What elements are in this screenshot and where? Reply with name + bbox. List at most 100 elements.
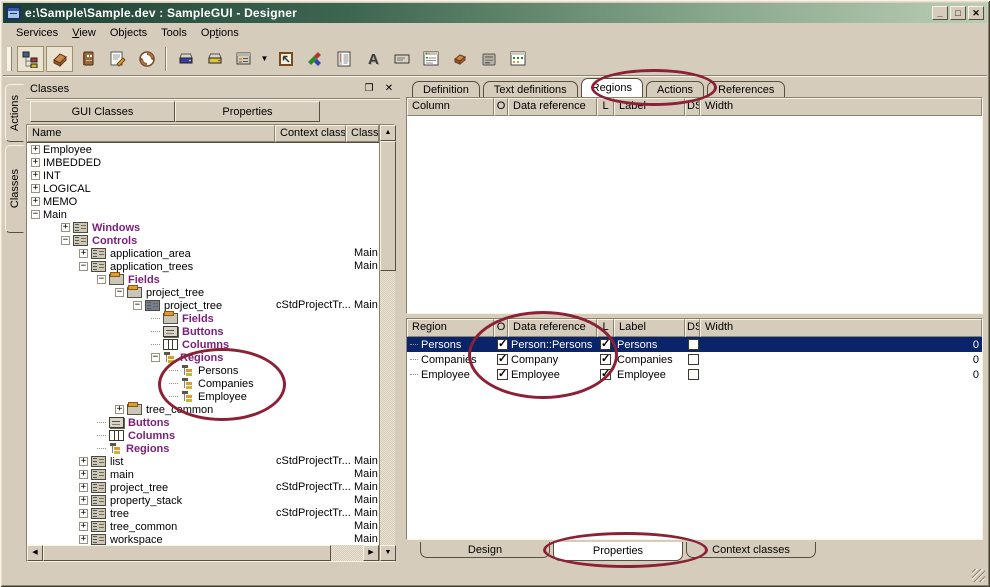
tree-item-workspace[interactable]: +workspaceMain: [27, 533, 379, 545]
tree-column-header-context-class[interactable]: Context class: [275, 125, 346, 142]
edit-note-icon[interactable]: [104, 46, 131, 72]
chevron-down-icon[interactable]: ▼: [258, 46, 271, 72]
tree-item-fields[interactable]: Fields: [27, 312, 379, 325]
expand-icon[interactable]: +: [79, 522, 88, 531]
tree-item-buttons[interactable]: Buttons: [27, 416, 379, 429]
menu-item-view[interactable]: View: [65, 25, 103, 41]
collapse-icon[interactable]: −: [61, 236, 70, 245]
close-button[interactable]: ✕: [968, 6, 984, 20]
menu-item-objects[interactable]: Objects: [103, 25, 154, 41]
toolbar-grip[interactable]: [7, 47, 12, 71]
tree-item-controls[interactable]: −Controls: [27, 234, 379, 247]
expand-icon[interactable]: +: [79, 535, 88, 544]
tree-item-main[interactable]: +mainMain: [27, 468, 379, 481]
menu-item-tools[interactable]: Tools: [154, 25, 194, 41]
tree-item-imbedded[interactable]: +IMBEDDED: [27, 156, 379, 169]
output-checkbox[interactable]: [497, 354, 508, 365]
tree-item-columns[interactable]: Columns: [27, 338, 379, 351]
drive-network-icon[interactable]: [172, 46, 199, 72]
label-flag-checkbox[interactable]: [600, 354, 611, 365]
vertical-scroll-thumb[interactable]: [380, 141, 396, 271]
output-checkbox[interactable]: [497, 339, 508, 350]
bottom-tab-properties[interactable]: Properties: [553, 542, 683, 561]
horizontal-scroll-thumb[interactable]: [43, 545, 331, 561]
column-header-width[interactable]: Width: [700, 98, 982, 116]
tree-item-logical[interactable]: +LOGICAL: [27, 182, 379, 195]
tab-definition[interactable]: Definition: [412, 81, 480, 97]
ribbon-icon[interactable]: [301, 46, 328, 72]
collapse-icon[interactable]: −: [97, 275, 106, 284]
form-dropdown-icon[interactable]: [230, 46, 257, 72]
tree-item-application-trees[interactable]: −application_treesMain: [27, 260, 379, 273]
column-header-ds[interactable]: DS: [685, 98, 700, 116]
expand-icon[interactable]: +: [79, 470, 88, 479]
tab-properties[interactable]: Properties: [175, 101, 320, 122]
scroll-right-icon[interactable]: ▶: [363, 545, 379, 561]
column-header-label[interactable]: Label: [614, 319, 685, 337]
drive-icon[interactable]: [201, 46, 228, 72]
eraser-icon[interactable]: [46, 46, 73, 72]
horizontal-scrollbar[interactable]: ◀ ▶: [27, 545, 379, 561]
expand-icon[interactable]: +: [31, 197, 40, 206]
column-header-data-reference[interactable]: Data reference: [508, 319, 597, 337]
float-panel-icon[interactable]: ❐: [362, 83, 376, 95]
region-row-companies[interactable]: CompaniesCompanyCompanies0: [407, 352, 982, 367]
scroll-up-icon[interactable]: ▲: [380, 125, 396, 141]
collapse-icon[interactable]: −: [133, 301, 142, 310]
scroll-down-icon[interactable]: ▼: [380, 545, 396, 561]
tree-column-header-class[interactable]: Class: [346, 125, 379, 142]
column-header-o[interactable]: O: [494, 98, 508, 116]
tree-column-header-name[interactable]: Name: [27, 125, 275, 142]
expand-icon[interactable]: +: [79, 509, 88, 518]
expand-icon[interactable]: +: [61, 223, 70, 232]
tree-item-buttons[interactable]: Buttons: [27, 325, 379, 338]
ds-checkbox[interactable]: [688, 354, 699, 365]
menu-item-options[interactable]: Options: [194, 25, 246, 41]
vertical-scrollbar[interactable]: ▲ ▼: [379, 125, 395, 561]
tree-item-main[interactable]: −Main: [27, 208, 379, 221]
tab-text-definitions[interactable]: Text definitions: [483, 81, 578, 97]
hierarchy-icon[interactable]: [17, 46, 44, 72]
eraser-3d-icon[interactable]: [446, 46, 473, 72]
tree-item-application-area[interactable]: +application_areaMain: [27, 247, 379, 260]
machine-icon[interactable]: [475, 46, 502, 72]
expand-icon[interactable]: +: [31, 145, 40, 154]
expand-icon[interactable]: +: [79, 496, 88, 505]
tree-item-tree[interactable]: +treecStdProjectTr...Main: [27, 507, 379, 520]
tree-item-tree-common[interactable]: +tree_commonMain: [27, 520, 379, 533]
collapse-icon[interactable]: −: [115, 288, 124, 297]
button-icon[interactable]: [388, 46, 415, 72]
close-panel-icon[interactable]: ✕: [382, 83, 396, 95]
tree-item-fields[interactable]: −Fields: [27, 273, 379, 286]
tree-item-employee[interactable]: +Employee: [27, 143, 379, 156]
label-flag-checkbox[interactable]: [600, 369, 611, 380]
tree-item-persons[interactable]: Persons: [27, 364, 379, 377]
output-checkbox[interactable]: [497, 369, 508, 380]
column-header-column[interactable]: Column: [407, 98, 494, 116]
tree-item-project-tree[interactable]: −project_tree: [27, 286, 379, 299]
tree-item-companies[interactable]: Companies: [27, 377, 379, 390]
tree-item-int[interactable]: +INT: [27, 169, 379, 182]
side-tab-classes[interactable]: Classes: [5, 145, 24, 233]
region-row-employee[interactable]: EmployeeEmployeeEmployee0: [407, 367, 982, 382]
expand-icon[interactable]: +: [115, 405, 124, 414]
column-header-l[interactable]: L: [597, 98, 614, 116]
ds-checkbox[interactable]: [688, 369, 699, 380]
column-header-o[interactable]: O: [494, 319, 508, 337]
ds-checkbox[interactable]: [688, 339, 699, 350]
region-row-persons[interactable]: PersonsPerson::PersonsPersons0: [407, 337, 982, 352]
tab-actions[interactable]: Actions: [646, 81, 704, 97]
minimize-button[interactable]: _: [932, 6, 948, 20]
tab-references[interactable]: References: [707, 81, 785, 97]
menu-item-services[interactable]: Services: [9, 25, 65, 41]
column-header-region[interactable]: Region: [407, 319, 494, 337]
tree-item-regions[interactable]: −Regions: [27, 351, 379, 364]
tree-item-columns[interactable]: Columns: [27, 429, 379, 442]
expand-icon[interactable]: +: [79, 483, 88, 492]
tree-item-project-tree[interactable]: +project_treecStdProjectTr...Main: [27, 481, 379, 494]
font-icon[interactable]: AA: [359, 46, 386, 72]
tree-item-property-stack[interactable]: +property_stackMain: [27, 494, 379, 507]
clock-icon[interactable]: [133, 46, 160, 72]
tree-item-list[interactable]: +listcStdProjectTr...Main: [27, 455, 379, 468]
column-header-data-reference[interactable]: Data reference: [508, 98, 597, 116]
